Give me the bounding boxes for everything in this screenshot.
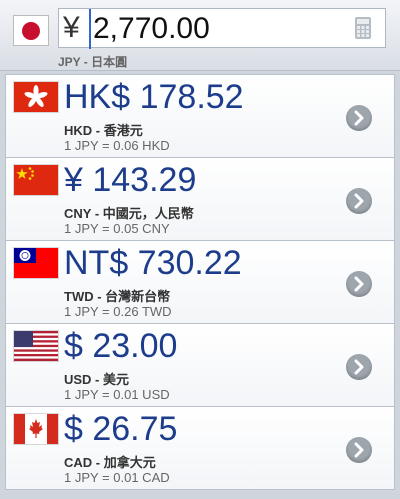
- base-currency-label: JPY - 日本圓: [58, 55, 128, 69]
- chevron-right-icon[interactable]: [346, 354, 372, 380]
- currency-name: CNY - 中國元，人民幣: [64, 206, 194, 221]
- canada-flag-icon: [14, 414, 58, 444]
- currency-row-twd[interactable]: NT$ 730.22 TWD - 台灣新台幣 1 JPY = 0.26 TWD: [5, 240, 395, 323]
- currency-name: USD - 美元: [64, 372, 130, 387]
- china-flag-icon: [14, 165, 58, 195]
- currency-row-usd[interactable]: $ 23.00 USD - 美元 1 JPY = 0.01 USD: [5, 323, 395, 406]
- taiwan-flag-icon: [14, 248, 58, 278]
- calculator-icon[interactable]: [355, 17, 371, 39]
- amount-field[interactable]: ¥: [58, 8, 386, 49]
- currency-name: HKD - 香港元: [64, 123, 143, 138]
- chevron-right-icon[interactable]: [346, 271, 372, 297]
- currency-name: TWD - 台灣新台幣: [64, 289, 171, 304]
- chevron-right-icon[interactable]: [346, 105, 372, 131]
- amount-input[interactable]: [89, 9, 345, 49]
- converted-value: $ 23.00: [64, 327, 178, 365]
- chevron-right-icon[interactable]: [346, 437, 372, 463]
- currency-symbol: ¥: [63, 11, 80, 44]
- exchange-rate: 1 JPY = 0.01 CAD: [64, 470, 170, 485]
- converted-value: NT$ 730.22: [64, 244, 242, 282]
- usa-flag-icon: [14, 331, 58, 361]
- exchange-rate: 1 JPY = 0.05 CNY: [64, 221, 170, 236]
- exchange-rate: 1 JPY = 0.06 HKD: [64, 138, 170, 153]
- japan-flag-icon[interactable]: [13, 15, 49, 46]
- hong-kong-flag-icon: [14, 82, 58, 112]
- exchange-rate: 1 JPY = 0.01 USD: [64, 387, 170, 402]
- base-currency-header: ¥ JPY - 日本圓: [0, 0, 400, 71]
- currency-row-cad[interactable]: $ 26.75 CAD - 加拿大元 1 JPY = 0.01 CAD: [5, 406, 395, 490]
- chevron-right-icon[interactable]: [346, 188, 372, 214]
- currency-name: CAD - 加拿大元: [64, 455, 156, 470]
- converted-value: ¥ 143.29: [64, 161, 197, 199]
- converted-value: HK$ 178.52: [64, 78, 244, 116]
- exchange-rate: 1 JPY = 0.26 TWD: [64, 304, 172, 319]
- currency-list: HK$ 178.52 HKD - 香港元 1 JPY = 0.06 HKD ¥ …: [5, 74, 395, 490]
- converted-value: $ 26.75: [64, 410, 178, 448]
- currency-row-hkd[interactable]: HK$ 178.52 HKD - 香港元 1 JPY = 0.06 HKD: [5, 74, 395, 157]
- currency-row-cny[interactable]: ¥ 143.29 CNY - 中國元，人民幣 1 JPY = 0.05 CNY: [5, 157, 395, 240]
